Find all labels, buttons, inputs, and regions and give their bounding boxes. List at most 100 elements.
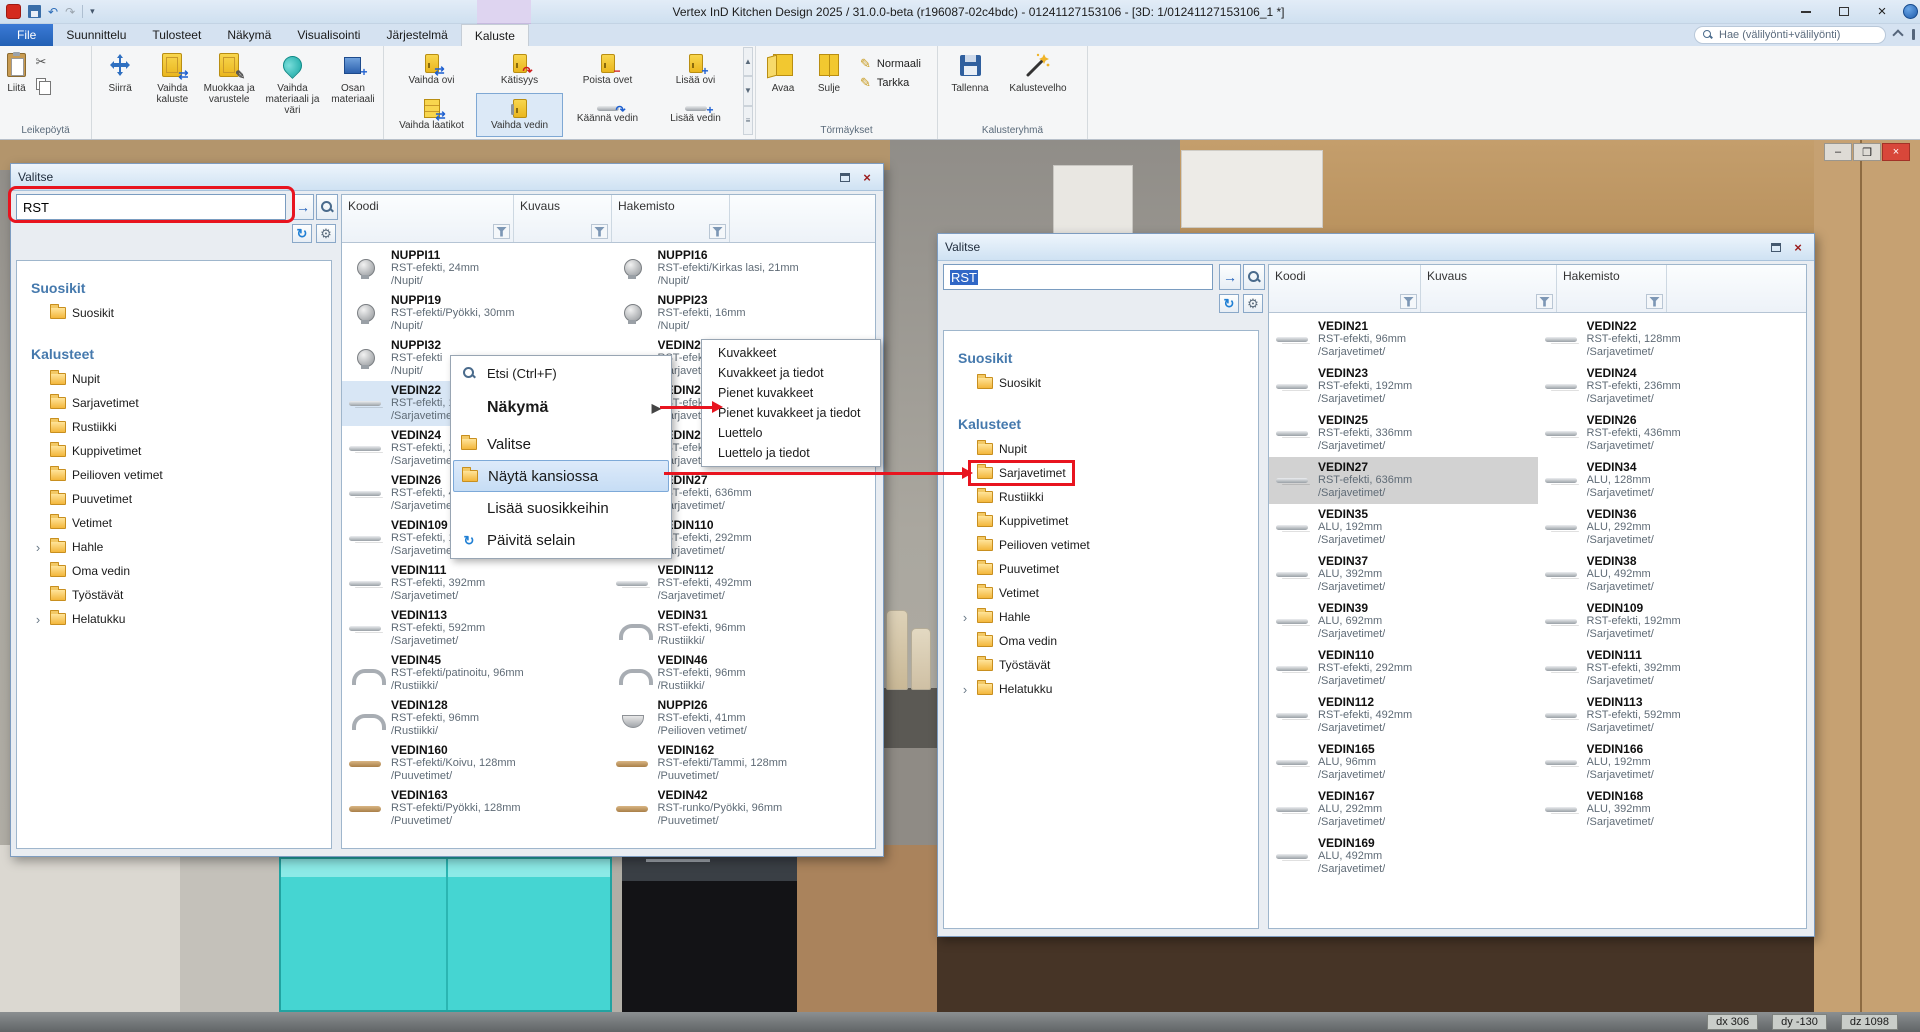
refresh-button[interactable]: ↻: [1219, 294, 1239, 313]
tree-folder-puuvetimet[interactable]: Puuvetimet: [958, 557, 1258, 581]
gallery-more-icon[interactable]: ≡: [743, 106, 753, 135]
catalog-item-VEDIN168[interactable]: VEDIN168ALU, 392mm/Sarjavetimet/: [1538, 786, 1807, 833]
catalog-item-VEDIN39[interactable]: VEDIN39ALU, 692mm/Sarjavetimet/: [1269, 598, 1538, 645]
catalog-item-VEDIN110[interactable]: VEDIN110RST-efekti, 292mm/Sarjavetimet/: [1269, 645, 1538, 692]
filter-button[interactable]: [1400, 294, 1417, 309]
doc-minimize-button[interactable]: –: [1824, 143, 1852, 161]
tree-folder-suosikit[interactable]: Suosikit: [958, 371, 1258, 395]
maximize-button[interactable]: [1825, 1, 1863, 23]
tree-folder-työstävät[interactable]: Työstävät: [958, 653, 1258, 677]
expander-icon[interactable]: ›: [958, 682, 972, 697]
column-header-kuvaus[interactable]: Kuvaus: [1421, 265, 1557, 312]
go-search-button[interactable]: →: [292, 194, 314, 220]
catalog-item-VEDIN38[interactable]: VEDIN38ALU, 492mm/Sarjavetimet/: [1538, 551, 1807, 598]
tab-kaluste[interactable]: Kaluste: [461, 24, 529, 46]
catalog-item-NUPPI11[interactable]: NUPPI11RST-efekti, 24mm/Nupit/: [342, 246, 609, 291]
save-group-button[interactable]: Tallenna: [942, 49, 998, 97]
flip-handle-button[interactable]: ↷ Käännä vedin: [564, 93, 651, 137]
catalog-item-VEDIN112[interactable]: VEDIN112RST-efekti, 492mm/Sarjavetimet/: [609, 561, 876, 606]
catalog-item-VEDIN160[interactable]: VEDIN160RST-efekti/Koivu, 128mm/Puuvetim…: [342, 741, 609, 786]
catalog-item-VEDIN113[interactable]: VEDIN113RST-efekti, 592mm/Sarjavetimet/: [1538, 692, 1807, 739]
remove-doors-button[interactable]: − Poista ovet: [564, 48, 651, 92]
qat-dropdown-icon[interactable]: ▾: [90, 6, 95, 17]
copy-button[interactable]: [31, 75, 51, 93]
catalog-item-VEDIN35[interactable]: VEDIN35ALU, 192mm/Sarjavetimet/: [1269, 504, 1538, 551]
column-header-hakemisto[interactable]: Hakemisto: [612, 195, 730, 242]
tab-tulosteet[interactable]: Tulosteet: [139, 24, 214, 46]
change-material-button[interactable]: Vaihda materiaali ja väri: [260, 49, 325, 119]
tree-folder-peilioven-vetimet[interactable]: Peilioven vetimet: [31, 463, 331, 487]
tree-folder-kuppivetimet[interactable]: Kuppivetimet: [958, 509, 1258, 533]
highlighted-cabinet-teal[interactable]: [279, 857, 612, 1012]
column-header-hakemisto[interactable]: Hakemisto: [1557, 265, 1667, 312]
search-input[interactable]: RST: [16, 194, 286, 220]
expander-icon[interactable]: ›: [31, 540, 45, 555]
doc-maximize-button[interactable]: ❒: [1853, 143, 1881, 161]
tree-folder-rustiikki[interactable]: Rustiikki: [31, 415, 331, 439]
handedness-button[interactable]: ↷ Kätisyys: [476, 48, 563, 92]
dialog-title-bar[interactable]: Valitse ×: [938, 234, 1814, 261]
filter-button[interactable]: [1536, 294, 1553, 309]
submenu-item-pienet-kuvakkeet-ja-tiedot[interactable]: Pienet kuvakkeet ja tiedot: [702, 403, 880, 423]
tree-folder-työstävät[interactable]: Työstävät: [31, 583, 331, 607]
catalog-item-VEDIN23[interactable]: VEDIN23RST-efekti, 192mm/Sarjavetimet/: [1269, 363, 1538, 410]
swap-drawers-button[interactable]: ⇄ Vaihda laatikot: [388, 93, 475, 137]
menu-item-paivita-selain[interactable]: ↻ Päivitä selain: [453, 524, 669, 556]
tab-jarjestelma[interactable]: Järjestelmä: [373, 24, 460, 46]
tree-folder-helatukku[interactable]: ›Helatukku: [31, 607, 331, 631]
paste-button[interactable]: Liitä: [4, 49, 29, 97]
go-search-button[interactable]: →: [1219, 264, 1241, 290]
catalog-item-VEDIN169[interactable]: VEDIN169ALU, 492mm/Sarjavetimet/: [1269, 833, 1538, 880]
menu-item-valitse[interactable]: Valitse: [453, 428, 669, 460]
filter-button[interactable]: [709, 224, 726, 239]
catalog-item-VEDIN162[interactable]: VEDIN162RST-efekti/Tammi, 128mm/Puuvetim…: [609, 741, 876, 786]
settings-button[interactable]: ⚙: [1243, 294, 1263, 313]
catalog-item-VEDIN112[interactable]: VEDIN112RST-efekti, 492mm/Sarjavetimet/: [1269, 692, 1538, 739]
catalog-item-VEDIN26[interactable]: VEDIN26RST-efekti, 436mm/Sarjavetimet/: [1538, 410, 1807, 457]
catalog-item-VEDIN42[interactable]: VEDIN42RST-runko/Pyökki, 96mm/Puuvetimet…: [609, 786, 876, 831]
tab-suunnittelu[interactable]: Suunnittelu: [53, 24, 139, 46]
catalog-item-VEDIN25[interactable]: VEDIN25RST-efekti, 336mm/Sarjavetimet/: [1269, 410, 1538, 457]
swap-furniture-button[interactable]: ⇄ Vaihda kaluste: [146, 49, 198, 108]
swap-handle-button[interactable]: Vaihda vedin: [476, 93, 563, 137]
tree-folder-puuvetimet[interactable]: Puuvetimet: [31, 487, 331, 511]
menu-item-etsi[interactable]: Etsi (Ctrl+F): [453, 358, 669, 388]
catalog-item-VEDIN165[interactable]: VEDIN165ALU, 96mm/Sarjavetimet/: [1269, 739, 1538, 786]
tree-folder-hahle[interactable]: ›Hahle: [31, 535, 331, 559]
close-button[interactable]: ×: [1863, 1, 1901, 23]
column-header-koodi[interactable]: Koodi: [342, 195, 514, 242]
furniture-wizard-button[interactable]: Kalustevelho: [1000, 49, 1076, 97]
doc-close-button[interactable]: ×: [1882, 143, 1910, 161]
refresh-button[interactable]: ↻: [292, 224, 312, 243]
catalog-item-VEDIN128[interactable]: VEDIN128RST-efekti, 96mm/Rustiikki/: [342, 696, 609, 741]
dialog-close-button[interactable]: ×: [1789, 239, 1807, 255]
tree-folder-vetimet[interactable]: Vetimet: [31, 511, 331, 535]
assistant-icon[interactable]: [1903, 4, 1918, 19]
add-door-button[interactable]: + Lisää ovi: [652, 48, 739, 92]
catalog-item-NUPPI16[interactable]: NUPPI16RST-efekti/Kirkas lasi, 21mm/Nupi…: [609, 246, 876, 291]
tree-folder-hahle[interactable]: ›Hahle: [958, 605, 1258, 629]
search-input[interactable]: RST: [943, 264, 1213, 290]
tree-folder-rustiikki[interactable]: Rustiikki: [958, 485, 1258, 509]
catalog-item-VEDIN166[interactable]: VEDIN166ALU, 192mm/Sarjavetimet/: [1538, 739, 1807, 786]
tree-folder-vetimet[interactable]: Vetimet: [958, 581, 1258, 605]
collision-mode-precise[interactable]: ✎ Tarkka: [860, 76, 921, 89]
collision-mode-normal[interactable]: ✎ Normaali: [860, 57, 921, 70]
menu-item-lisaa-suosikkeihin[interactable]: Lisää suosikkeihin: [453, 492, 669, 524]
cut-button[interactable]: ✂: [31, 53, 51, 71]
submenu-item-pienet-kuvakkeet[interactable]: Pienet kuvakkeet: [702, 383, 880, 403]
catalog-item-VEDIN45[interactable]: VEDIN45RST-efekti/patinoitu, 96mm/Rustii…: [342, 651, 609, 696]
tree-folder-sarjavetimet[interactable]: Sarjavetimet: [958, 461, 1258, 485]
minimize-button[interactable]: [1787, 1, 1825, 23]
close-doors-button[interactable]: Sulje: [808, 49, 850, 97]
catalog-item-VEDIN111[interactable]: VEDIN111RST-efekti, 392mm/Sarjavetimet/: [342, 561, 609, 606]
catalog-item-VEDIN36[interactable]: VEDIN36ALU, 292mm/Sarjavetimet/: [1538, 504, 1807, 551]
catalog-item-VEDIN163[interactable]: VEDIN163RST-efekti/Pyökki, 128mm/Puuveti…: [342, 786, 609, 831]
submenu-item-kuvakkeet[interactable]: Kuvakkeet: [702, 343, 880, 363]
part-material-button[interactable]: + Osan materiaali: [327, 49, 379, 108]
dock-button[interactable]: [1767, 239, 1785, 255]
column-header-kuvaus[interactable]: Kuvaus: [514, 195, 612, 242]
submenu-item-luettelo-ja-tiedot[interactable]: Luettelo ja tiedot: [702, 443, 880, 463]
settings-button[interactable]: ⚙: [316, 224, 336, 243]
menu-item-nayta-kansiossa[interactable]: Näytä kansiossa: [453, 460, 669, 492]
